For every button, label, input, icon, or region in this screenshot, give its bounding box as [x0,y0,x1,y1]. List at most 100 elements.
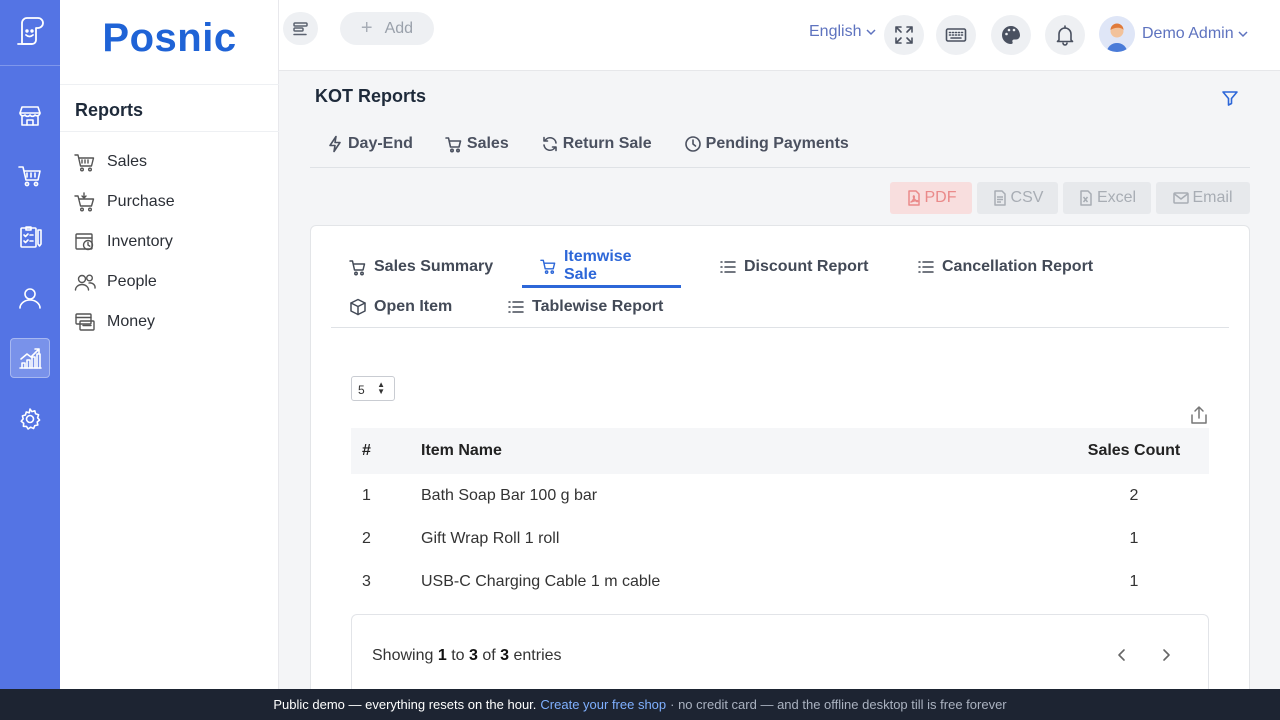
row-item-name: Bath Soap Bar 100 g bar [421,486,598,504]
tab-label: Cancellation Report [942,258,1094,275]
notifications-button[interactable] [1045,15,1085,55]
sidebar-divider [60,84,279,85]
tab-label: Sales Summary [374,258,494,275]
tab-day-end[interactable]: Day-End [310,124,429,164]
tab-label: Return Sale [562,135,652,152]
row-sales-count: 1 [1129,572,1139,590]
rail-item-people[interactable] [10,278,50,318]
tab-label: Day-End [348,135,413,152]
language-select[interactable]: English [809,23,876,41]
create-shop-link[interactable]: Create your free shop [540,697,666,712]
filter-icon[interactable] [1221,89,1239,107]
export-pdf-button[interactable]: PDF [890,182,972,214]
plus-icon: + [360,17,373,39]
info-to-word: to [451,647,465,664]
rail-item-purchase[interactable] [10,156,50,196]
banner-tail: · no credit card — and the offline deskt… [670,697,1007,712]
row-index: 2 [362,529,371,547]
chevron-down-icon [866,29,876,36]
info-from: 1 [437,647,447,664]
icon-rail [0,0,60,689]
add-button[interactable]: + Add [340,12,434,45]
store-icon [19,106,41,126]
sidebar-item-money[interactable]: Money [74,302,175,342]
sidebar-item-people[interactable]: People [74,262,175,302]
page-size-select[interactable]: 5 ▲ ▼ [351,376,395,401]
rail-item-settings[interactable] [10,399,50,439]
tab-discount-report[interactable]: Discount Report [701,246,886,288]
tab-cancellation-report[interactable]: Cancellation Report [899,246,1111,288]
row-index: 1 [362,486,371,504]
info-total: 3 [500,647,510,664]
top-bar: + Add English Demo Admin [279,0,1280,71]
people-icon [74,274,96,291]
menu-toggle-button[interactable] [283,12,318,45]
cart-icon [445,137,462,153]
app-logo-icon[interactable] [12,14,48,50]
list-icon [508,301,524,313]
add-label: Add [384,19,414,37]
pagination-next-button[interactable] [1154,643,1178,667]
sidebar-divider [60,131,279,132]
rail-item-reports[interactable] [10,338,50,378]
keyboard-button[interactable] [936,15,976,55]
list-icon [918,261,934,273]
banner-text: Public demo — everything resets on the h… [273,697,537,712]
inventory-icon [75,233,94,251]
tab-label: Itemwise Sale [563,247,632,283]
column-header-item-name[interactable]: Item Name [421,428,1059,474]
row-sales-count: 2 [1129,486,1139,504]
export-csv-button[interactable]: CSV [977,182,1058,214]
column-header-index[interactable]: # [351,428,421,474]
chevron-left-icon [1118,649,1125,661]
export-email-button[interactable]: Email [1156,182,1250,214]
user-menu[interactable]: Demo Admin [1099,16,1249,52]
rail-item-store[interactable] [10,96,50,136]
table-row: 2 Gift Wrap Roll 1 roll 1 [351,517,1209,560]
sidebar-item-inventory[interactable]: Inventory [74,222,175,262]
tab-tablewise-report[interactable]: Tablewise Report [489,286,681,328]
sidebar-item-label: Inventory [107,233,173,250]
sidebar-item-sales[interactable]: Sales [74,142,175,182]
file-excel-icon [1080,190,1092,206]
info-of-word: of [482,647,496,664]
tab-sales-summary[interactable]: Sales Summary [331,246,511,288]
user-icon [19,288,41,309]
report-subtabs: Sales Summary Itemwise Sale Discount Rep… [331,246,1229,328]
tab-pending-payments[interactable]: Pending Payments [668,124,865,164]
tab-sales[interactable]: Sales [429,124,525,164]
tab-label: Discount Report [744,258,869,275]
tab-return-sale[interactable]: Return Sale [525,124,668,164]
tab-label: Open Item [374,298,453,315]
export-label: Excel [1096,189,1137,206]
language-label: English [809,23,862,40]
file-text-icon [993,190,1006,206]
export-label: Email [1192,189,1233,206]
tab-itemwise-sale[interactable]: Itemwise Sale [522,246,681,288]
sidebar-item-purchase[interactable]: Purchase [74,182,175,222]
chevron-down-icon [1238,31,1248,38]
envelope-icon [1173,192,1190,204]
cart-icon [540,259,556,274]
export-excel-button[interactable]: Excel [1063,182,1151,214]
column-header-sales-count[interactable]: Sales Count [1059,428,1209,474]
info-prefix: Showing [372,647,434,664]
export-label: PDF [924,189,957,206]
table-row: 1 Bath Soap Bar 100 g bar 2 [351,474,1209,517]
tab-open-item[interactable]: Open Item [331,286,470,328]
row-sales-count: 1 [1129,529,1139,547]
pagination-prev-button[interactable] [1110,643,1134,667]
export-share-icon[interactable] [1188,404,1210,426]
brand-logo[interactable]: Posnic [60,16,279,61]
theme-button[interactable] [991,15,1031,55]
fullscreen-button[interactable] [884,15,924,55]
cart-icon [349,260,366,276]
sidebar-item-label: Purchase [107,193,175,210]
demo-banner: Public demo — everything resets on the h… [0,689,1280,720]
rail-item-orders[interactable] [10,217,50,257]
chevron-right-icon [1163,649,1170,661]
avatar [1099,16,1135,52]
secondary-sidebar: Posnic Reports Sales Purchase Inventory … [60,0,279,689]
sidebar-item-label: Money [107,313,156,330]
table-header-row: # Item Name Sales Count [351,428,1209,474]
